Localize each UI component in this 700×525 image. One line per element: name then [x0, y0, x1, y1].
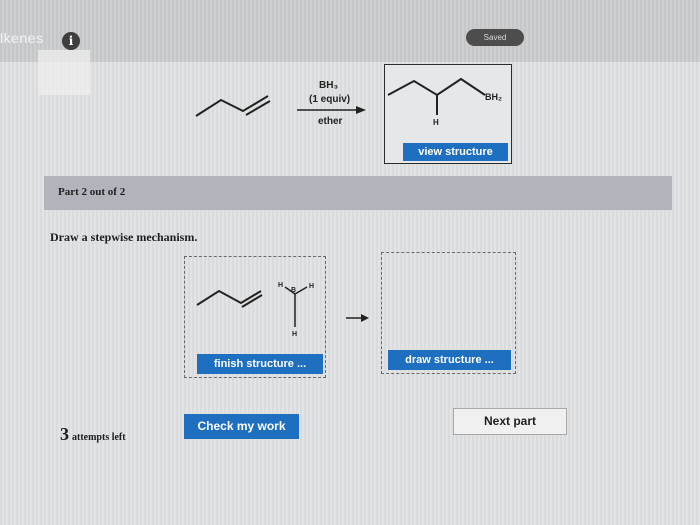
reaction-scheme: BH₃ (1 equiv) ether: [195, 80, 366, 127]
part-banner: Part 2 out of 2: [44, 176, 672, 210]
step1-alkene-chain: [196, 289, 262, 306]
attempts-label: attempts left: [72, 432, 126, 443]
reagent-line2: (1 equiv): [309, 94, 350, 105]
instructions-text: Draw a stepwise mechanism.: [50, 230, 198, 244]
mechanism-arrow-icon: [346, 314, 369, 322]
check-my-work-button[interactable]: Check my work: [184, 414, 299, 439]
step1-b-label: B: [291, 287, 296, 294]
step1-bh-bond-right: [294, 286, 308, 295]
product-h-label: H: [433, 118, 439, 127]
solvent-label: ether: [318, 116, 343, 127]
attempts-remaining: 3 attempts left: [60, 424, 126, 445]
reagent-line1: BH₃: [319, 80, 338, 91]
next-part-button[interactable]: Next part: [453, 408, 567, 435]
step1-h-left-label: H: [278, 282, 283, 289]
finish-structure-button[interactable]: finish structure ...: [197, 354, 323, 374]
product-bh2-label: BH₂: [485, 92, 502, 102]
starting-alkene-chain: [195, 95, 269, 117]
view-structure-button[interactable]: view structure: [403, 143, 508, 161]
part-label: Part 2 out of 2: [58, 186, 126, 198]
reaction-arrow-head: [356, 106, 366, 114]
step1-h-right-label: H: [309, 283, 314, 290]
product-chain: [387, 77, 486, 97]
step1-h-bottom-label: H: [292, 331, 297, 338]
draw-structure-button[interactable]: draw structure ...: [388, 350, 511, 370]
attempts-count: 3: [60, 424, 69, 444]
